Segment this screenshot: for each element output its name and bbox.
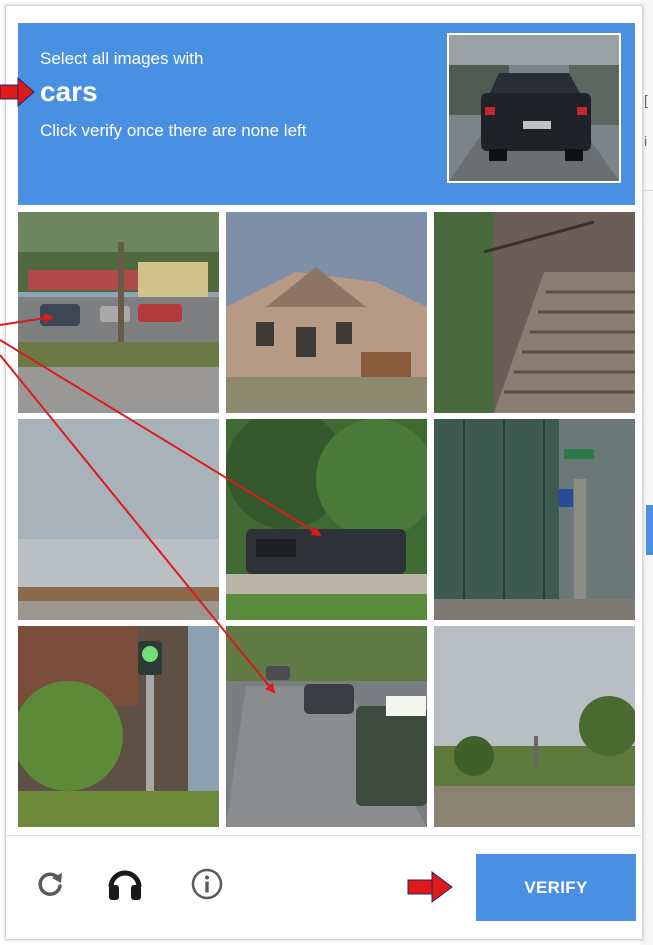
headphones-icon bbox=[108, 870, 142, 900]
image-tile-9[interactable] bbox=[434, 626, 635, 827]
verify-button[interactable]: VERIFY bbox=[476, 854, 636, 921]
background-blue-strip bbox=[646, 505, 653, 555]
instruction-text: Select all images with bbox=[40, 49, 204, 68]
image-tile-7[interactable] bbox=[18, 626, 219, 827]
sample-image bbox=[447, 33, 621, 183]
image-tile-1[interactable] bbox=[18, 212, 219, 413]
background-glyph: i bbox=[644, 133, 648, 149]
audio-button[interactable] bbox=[103, 860, 147, 908]
info-button[interactable] bbox=[185, 860, 229, 908]
image-tile-3[interactable] bbox=[434, 212, 635, 413]
reload-button[interactable] bbox=[28, 860, 72, 908]
image-tile-8[interactable] bbox=[226, 626, 427, 827]
target-word: cars bbox=[40, 76, 98, 107]
challenge-header: Select all images with cars Click verify… bbox=[18, 23, 635, 205]
image-tile-5[interactable] bbox=[226, 419, 427, 620]
image-tile-6[interactable] bbox=[434, 419, 635, 620]
footer-divider bbox=[5, 835, 641, 836]
reload-icon bbox=[38, 872, 62, 896]
image-tile-4[interactable] bbox=[18, 419, 219, 620]
image-grid bbox=[18, 212, 635, 827]
info-icon bbox=[191, 868, 223, 900]
image-tile-2[interactable] bbox=[226, 212, 427, 413]
instruction-subtext: Click verify once there are none left bbox=[40, 121, 307, 140]
background-glyph: [ bbox=[644, 92, 648, 108]
